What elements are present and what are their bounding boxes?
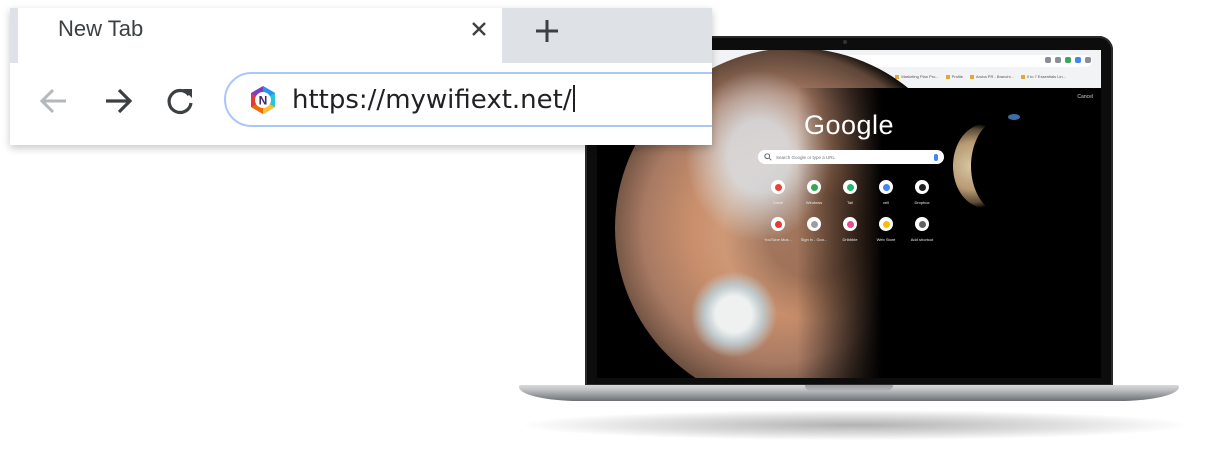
mini-home-icon[interactable] [1045, 57, 1051, 63]
shortcut-icon [771, 217, 785, 231]
netgear-logo-icon: N [251, 86, 275, 114]
bookmark-label: Marketing Plan Pro... [901, 74, 939, 79]
shortcut-tile[interactable]: Tail [832, 180, 868, 205]
cancel-link[interactable]: Cancel [1077, 94, 1093, 100]
shortcut-label: cell [882, 200, 889, 205]
bookmark-favicon-icon [945, 74, 950, 79]
laptop-notch [805, 385, 893, 391]
bookmark-label: Profile [951, 74, 964, 79]
shortcut-label: Windows [805, 200, 823, 205]
shortcut-icon [771, 180, 785, 194]
google-logo: Google [803, 110, 895, 140]
bookmark-item[interactable]: Marketing Plan Pro... [895, 74, 939, 79]
shortcut-icon [843, 217, 857, 231]
shortcut-label: Sign in - Goo... [800, 237, 828, 242]
mini-extension-icon[interactable] [1065, 57, 1071, 63]
shortcut-label: Dropbox [914, 200, 930, 205]
url-text[interactable]: https://mywifiext.net/ [292, 85, 575, 115]
shortcut-icon [843, 180, 857, 194]
tab-new-tab[interactable]: New Tab [18, 8, 502, 68]
close-icon[interactable] [466, 16, 492, 42]
address-bar[interactable]: N https://mywifiext.net/ [224, 72, 712, 127]
svg-text:N: N [259, 94, 268, 108]
shortcut-label: YouTube Mus... [764, 237, 792, 242]
tab-strip: New Tab [10, 8, 712, 68]
bookmark-item[interactable]: Aruba PR - Branchi... [970, 74, 1014, 79]
ntp-search-box[interactable]: Search Google or type a URL [758, 150, 944, 164]
mini-extension-icon[interactable] [1075, 57, 1081, 63]
shortcut-label: Web Store [876, 237, 896, 242]
browser-toolbar: N https://mywifiext.net/ [10, 63, 712, 145]
mini-extension-icons [1045, 57, 1091, 63]
shortcut-tile[interactable]: YouTube Mus... [760, 217, 796, 242]
shortcut-label: Dribbble [842, 237, 858, 242]
shortcut-tile[interactable]: Web Store [868, 217, 904, 242]
shortcut-label: Add shortcut [910, 237, 934, 242]
shortcut-icon [915, 217, 929, 231]
laptop-shadow [525, 410, 1185, 440]
microphone-icon[interactable] [934, 153, 938, 161]
shortcut-tile[interactable]: Add shortcut [904, 217, 940, 242]
search-placeholder: Search Google or type a URL [776, 154, 836, 160]
browser-window-crop: New Tab N https://mywifiext.net/ [10, 8, 712, 145]
mini-extension-icon[interactable] [1055, 57, 1061, 63]
text-caret [572, 85, 575, 112]
shortcut-label: Tail [846, 200, 853, 205]
search-icon [764, 153, 772, 161]
shortcut-tiles: Gmail Windows Tail cell Dropbox YouTube Mus..… [760, 180, 942, 242]
shortcut-tile[interactable]: Sign in - Goo... [796, 217, 832, 242]
shortcut-icon [807, 180, 821, 194]
shortcut-tile[interactable]: Dropbox [904, 180, 940, 205]
bookmark-favicon-icon [970, 74, 975, 79]
arrow-left-icon[interactable] [34, 81, 74, 121]
shortcut-label: Gmail [772, 200, 784, 205]
small-moon [1008, 114, 1020, 120]
bookmark-item[interactable]: Profile [945, 74, 964, 79]
shortcut-icon [879, 217, 893, 231]
plus-icon[interactable] [530, 14, 564, 48]
bookmark-item[interactable]: 0 to 7 Essentials Lin... [1020, 74, 1066, 79]
shortcut-tile[interactable]: Gmail [760, 180, 796, 205]
shortcut-tile[interactable]: Dribbble [832, 217, 868, 242]
camera-dot [843, 40, 847, 44]
shortcut-icon [807, 217, 821, 231]
shortcut-tile[interactable]: cell [868, 180, 904, 205]
bookmark-favicon-icon [1020, 74, 1025, 79]
arrow-right-icon[interactable] [98, 81, 138, 121]
bookmark-label: 0 to 7 Essentials Lin... [1026, 74, 1066, 79]
reload-icon[interactable] [160, 81, 200, 121]
tab-title: New Tab [58, 16, 144, 41]
shortcut-icon [915, 180, 929, 194]
shortcut-tile[interactable]: Windows [796, 180, 832, 205]
laptop-base [519, 385, 1179, 401]
bookmark-favicon-icon [895, 74, 900, 79]
bookmark-label: Aruba PR - Branchi... [976, 74, 1014, 79]
moon-shadow [971, 118, 1037, 214]
mini-menu-icon[interactable] [1085, 57, 1091, 63]
shortcut-icon [879, 180, 893, 194]
